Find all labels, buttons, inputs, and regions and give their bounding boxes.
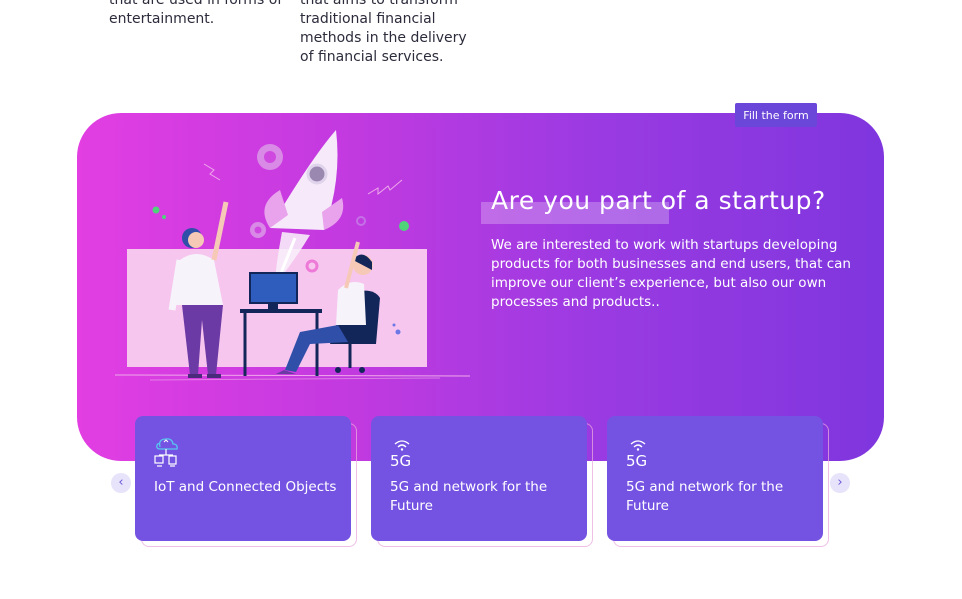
service-card-5g[interactable]: 5G 5G and network for the Future (371, 416, 587, 541)
card-label: IoT and Connected Objects (154, 479, 337, 495)
carousel-prev-button[interactable]: ‹ (111, 473, 131, 493)
feature-description-1: that are used in forms of entertainment. (109, 0, 283, 27)
card-label: 5G and network for the Future (626, 479, 784, 514)
5g-network-icon: 5G (626, 440, 647, 468)
svg-text:5G: 5G (390, 452, 411, 468)
iot-devices-icon (154, 438, 178, 467)
service-card-5g[interactable]: 5G 5G and network for the Future (607, 416, 823, 541)
svg-text:5G: 5G (626, 452, 647, 468)
page-title: Are you part of a startup? (491, 186, 826, 215)
card-label: 5G and network for the Future (390, 479, 548, 514)
feature-description-2: that aims to transform traditional finan… (300, 0, 467, 65)
service-card-iot[interactable]: IoT and Connected Objects (135, 416, 351, 541)
carousel-next-button[interactable]: › (830, 473, 850, 493)
startup-illustration (114, 130, 471, 381)
fill-the-form-button[interactable]: Fill the form (735, 103, 817, 127)
banner-description: We are interested to work with startups … (491, 237, 851, 310)
5g-network-icon: 5G (390, 440, 411, 468)
